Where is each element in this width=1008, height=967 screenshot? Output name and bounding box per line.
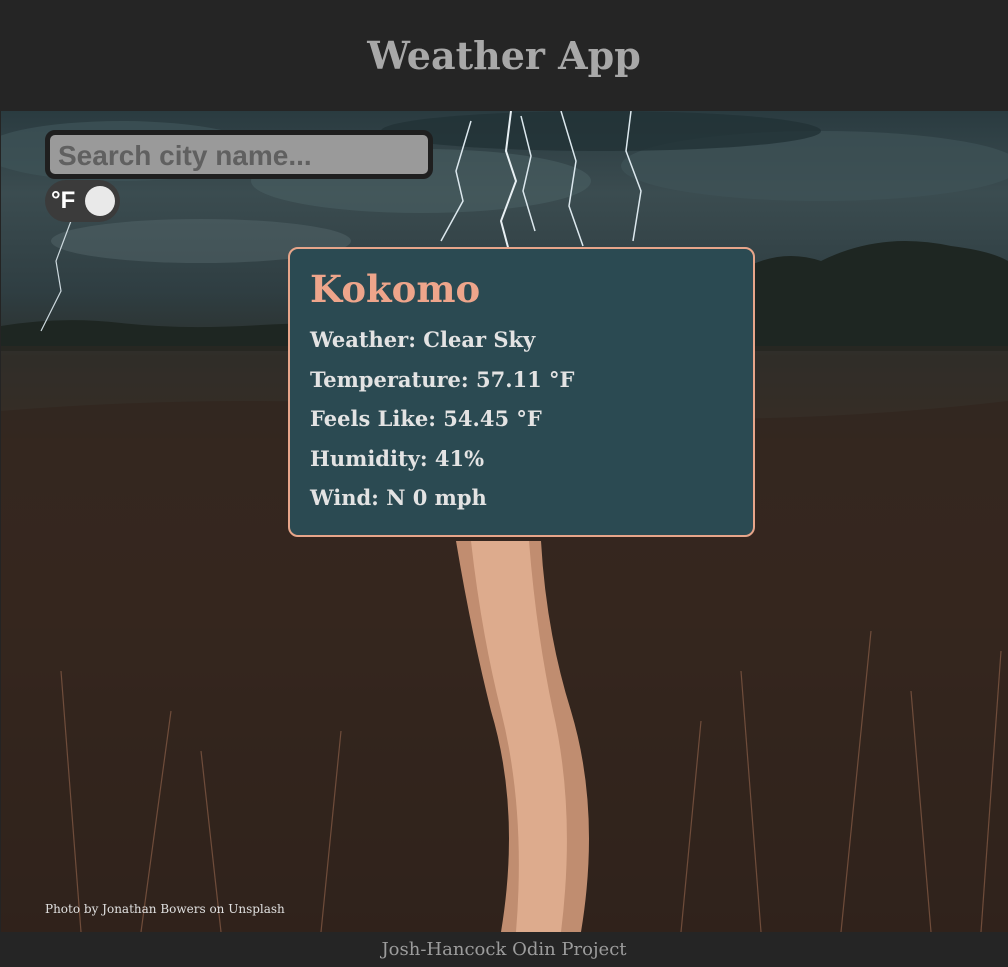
feels-like: Feels Like: 54.45 °F xyxy=(310,406,542,431)
search-field[interactable] xyxy=(45,130,433,179)
temperature: Temperature: 57.11 °F xyxy=(310,366,575,392)
app-header: Weather App xyxy=(0,0,1008,111)
footer-text[interactable]: Josh-Hancock Odin Project xyxy=(381,939,626,960)
unit-toggle[interactable]: °F xyxy=(45,180,120,222)
footer: Josh-Hancock Odin Project xyxy=(0,932,1008,967)
city-name: Kokomo xyxy=(310,267,481,311)
app-title: Weather App xyxy=(367,33,641,78)
humidity: Humidity: 41% xyxy=(310,445,485,471)
toggle-knob[interactable] xyxy=(85,186,115,216)
photo-credit[interactable]: Photo by Jonathan Bowers on Unsplash xyxy=(45,902,285,916)
search-input[interactable] xyxy=(56,135,426,176)
weather-description: Weather: Clear Sky xyxy=(310,327,536,352)
unit-label: °F xyxy=(51,187,76,214)
weather-card: Kokomo Weather: Clear Sky Temperature: 5… xyxy=(288,247,755,537)
wind: Wind: N 0 mph xyxy=(310,485,487,510)
